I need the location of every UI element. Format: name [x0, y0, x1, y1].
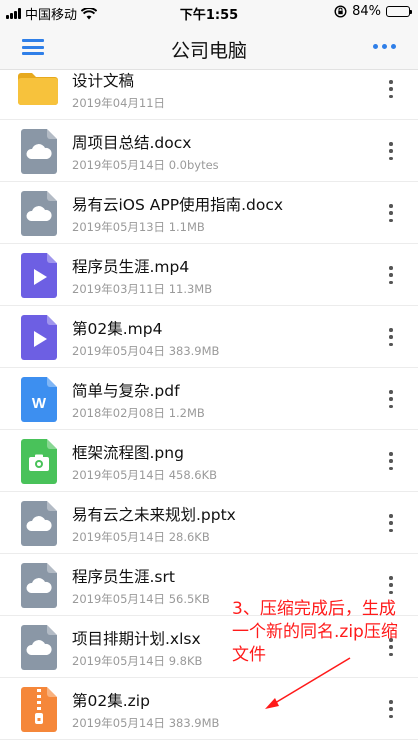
file-name: 框架流程图.png	[72, 444, 184, 462]
file-name: 简单与复杂.pdf	[72, 382, 180, 400]
file-name: 易有云iOS APP使用指南.docx	[72, 196, 284, 214]
kebab-menu-icon[interactable]	[388, 452, 394, 470]
file-row[interactable]: 程序员生涯.mp4 2019年03月11日 11.3MB	[0, 244, 418, 306]
file-meta: 2019年05月14日 0.0bytes	[72, 158, 219, 172]
file-meta: 2019年05月14日 9.8KB	[72, 654, 203, 668]
file-name: 程序员生涯.mp4	[72, 258, 190, 276]
cloud-file-icon	[20, 190, 58, 236]
battery-percent: 84%	[352, 4, 381, 19]
file-row[interactable]: W 简单与复杂.pdf 2018年02月08日 1.2MB	[0, 368, 418, 430]
kebab-menu-icon[interactable]	[388, 204, 394, 222]
kebab-menu-icon[interactable]	[388, 576, 394, 594]
kebab-menu-icon[interactable]	[388, 328, 394, 346]
kebab-menu-icon[interactable]	[388, 266, 394, 284]
annotation-text: 3、压缩完成后，生成一个新的同名.zip压缩文件	[232, 599, 398, 665]
file-name: 设计文稿	[72, 72, 135, 90]
file-meta: 2018年02月08日 1.2MB	[72, 406, 205, 420]
file-meta: 2019年05月04日 383.9MB	[72, 344, 220, 358]
cloud-file-icon	[20, 500, 58, 546]
file-meta: 2019年05月14日 28.6KB	[72, 530, 210, 544]
file-meta: 2019年05月14日 56.5KB	[72, 592, 210, 606]
zip-file-icon	[20, 686, 58, 732]
file-name: 程序员生涯.srt	[72, 568, 175, 586]
file-row[interactable]: 第02集.mp4 2019年05月04日 383.9MB	[0, 306, 418, 368]
file-name: 项目排期计划.xlsx	[72, 630, 201, 648]
file-name: 易有云之未来规划.pptx	[72, 506, 236, 524]
cloud-file-icon	[20, 128, 58, 174]
file-name: 周项目总结.docx	[72, 134, 192, 152]
video-file-icon	[20, 314, 58, 360]
rotation-lock-icon	[334, 5, 347, 18]
cloud-file-icon	[20, 624, 58, 670]
svg-text:W: W	[32, 395, 47, 412]
kebab-menu-icon[interactable]	[388, 142, 394, 160]
kebab-menu-icon[interactable]	[388, 514, 394, 532]
file-meta: 2019年05月14日 458.6KB	[72, 468, 218, 482]
file-name: 第02集.mp4	[72, 320, 163, 338]
kebab-menu-icon[interactable]	[388, 80, 394, 98]
file-row[interactable]: 设计文稿 2019年04月11日	[0, 71, 418, 120]
file-row[interactable]: 周项目总结.docx 2019年05月14日 0.0bytes	[0, 120, 418, 182]
video-file-icon	[20, 252, 58, 298]
file-name: 第02集.zip	[72, 692, 150, 710]
file-meta: 2019年05月14日 383.9MB	[72, 716, 220, 730]
file-meta: 2019年05月13日 1.1MB	[72, 220, 205, 234]
battery-icon	[386, 6, 412, 17]
word-file-icon: W	[20, 376, 58, 422]
file-row[interactable]: 易有云之未来规划.pptx 2019年05月14日 28.6KB	[0, 492, 418, 554]
nav-bar: 公司电脑	[0, 24, 418, 70]
kebab-menu-icon[interactable]	[388, 700, 394, 718]
kebab-menu-icon[interactable]	[388, 390, 394, 408]
cloud-file-icon	[20, 562, 58, 608]
page-title: 公司电脑	[170, 40, 247, 62]
folder-icon	[16, 71, 60, 110]
image-file-icon	[20, 438, 58, 484]
file-row[interactable]: 第02集.zip 2019年05月14日 383.9MB	[0, 678, 418, 740]
file-meta: 2019年03月11日 11.3MB	[72, 282, 213, 296]
more-options-icon[interactable]	[373, 44, 396, 49]
status-right: 84%	[334, 4, 412, 19]
file-meta: 2019年04月11日	[72, 96, 166, 110]
status-bar: 中国移动 下午1:55 84%	[0, 0, 418, 24]
file-row[interactable]: 易有云iOS APP使用指南.docx 2019年05月13日 1.1MB	[0, 182, 418, 244]
file-row[interactable]: 框架流程图.png 2019年05月14日 458.6KB	[0, 430, 418, 492]
